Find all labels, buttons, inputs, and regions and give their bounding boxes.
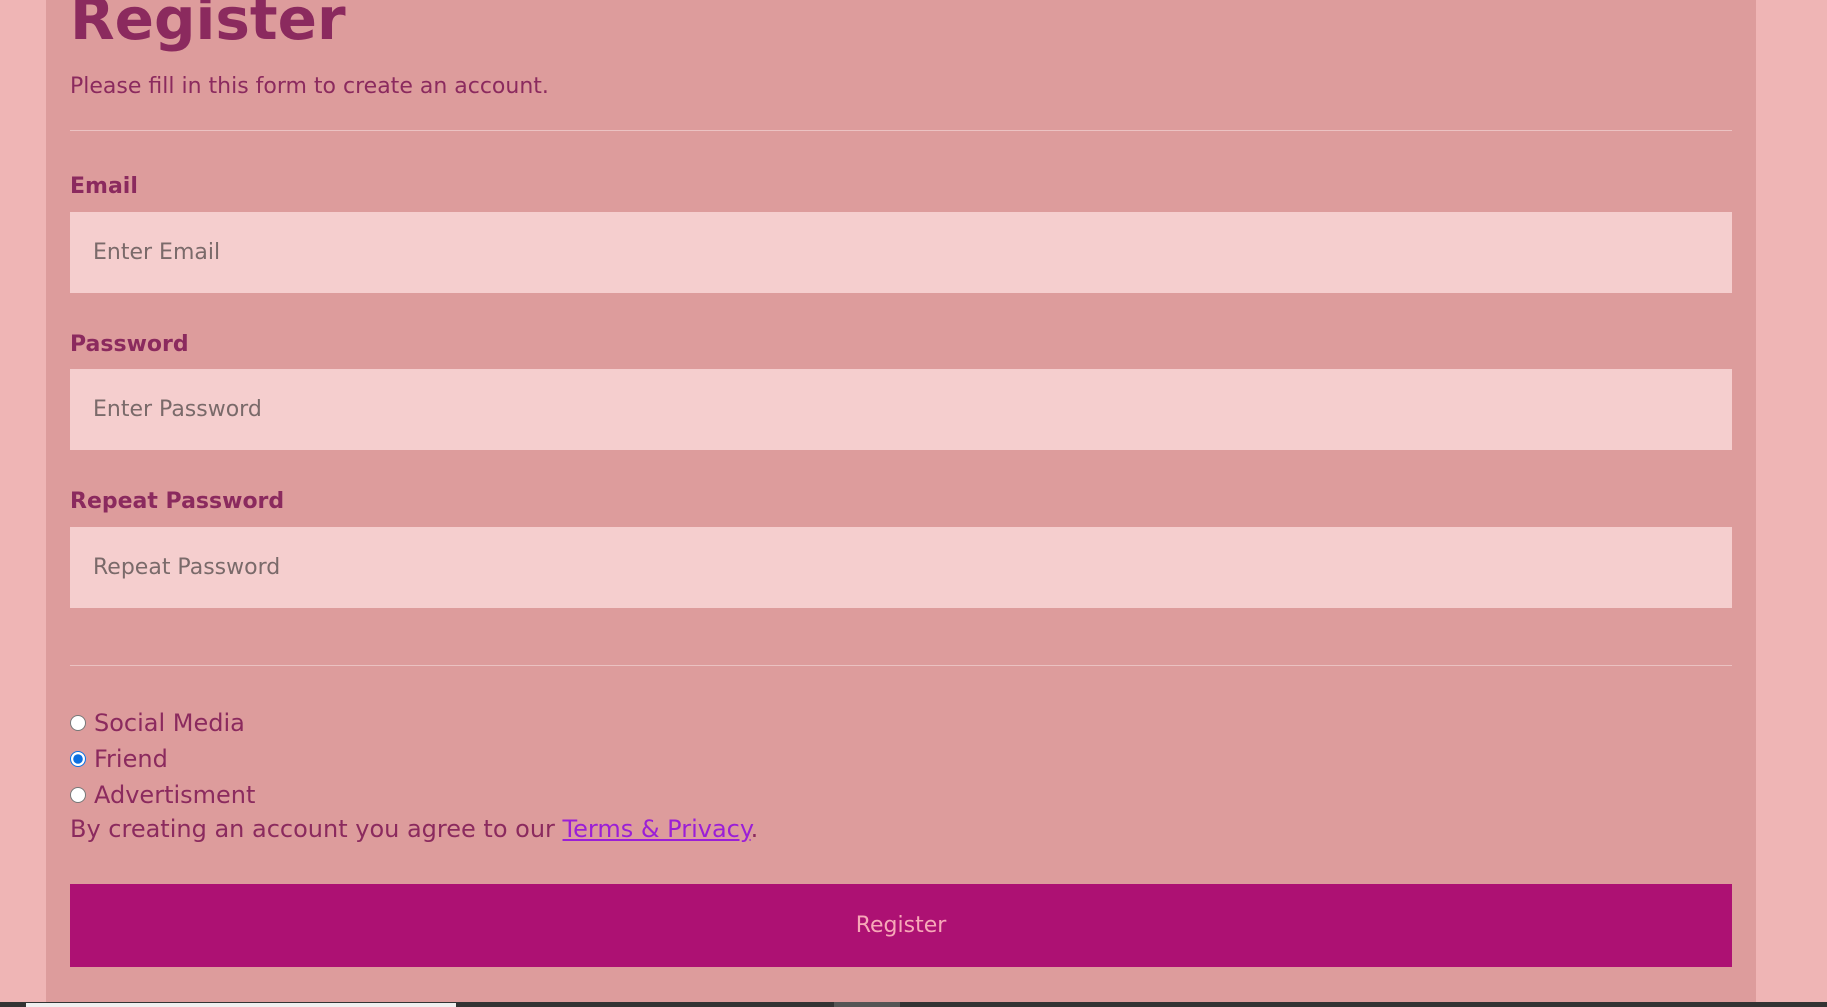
scrollbar-thumb[interactable]: [834, 1002, 900, 1007]
repeat-password-field[interactable]: [70, 527, 1732, 608]
email-field[interactable]: [70, 212, 1732, 293]
radio-option-advertisment[interactable]: Advertisment: [70, 780, 255, 810]
terms-suffix: .: [750, 815, 759, 843]
social-media-radio[interactable]: [70, 715, 86, 731]
horizontal-scrollbar[interactable]: [0, 1002, 1827, 1007]
social-media-label: Social Media: [94, 709, 245, 737]
register-form-container: Register Please fill in this form to cre…: [46, 0, 1756, 1007]
radio-option-social-media[interactable]: Social Media: [70, 708, 245, 738]
password-label: Password: [70, 332, 189, 357]
repeat-password-label: Repeat Password: [70, 489, 285, 514]
terms-privacy-link[interactable]: Terms & Privacy: [563, 815, 751, 843]
form-subtitle: Please fill in this form to create an ac…: [70, 74, 549, 99]
advertisment-label: Advertisment: [94, 781, 256, 809]
friend-label: Friend: [94, 745, 168, 773]
password-field[interactable]: [70, 369, 1732, 450]
radio-option-friend[interactable]: Friend: [70, 744, 168, 774]
top-divider: [70, 130, 1732, 131]
friend-radio[interactable]: [70, 751, 86, 767]
scrollbar-track-highlight: [26, 1003, 456, 1007]
page-title: Register: [70, 0, 346, 53]
advertisment-radio[interactable]: [70, 787, 86, 803]
terms-prefix: By creating an account you agree to our: [70, 815, 563, 843]
email-label: Email: [70, 174, 138, 199]
middle-divider: [70, 665, 1732, 666]
terms-notice: By creating an account you agree to our …: [70, 815, 758, 843]
register-button[interactable]: Register: [70, 884, 1732, 967]
